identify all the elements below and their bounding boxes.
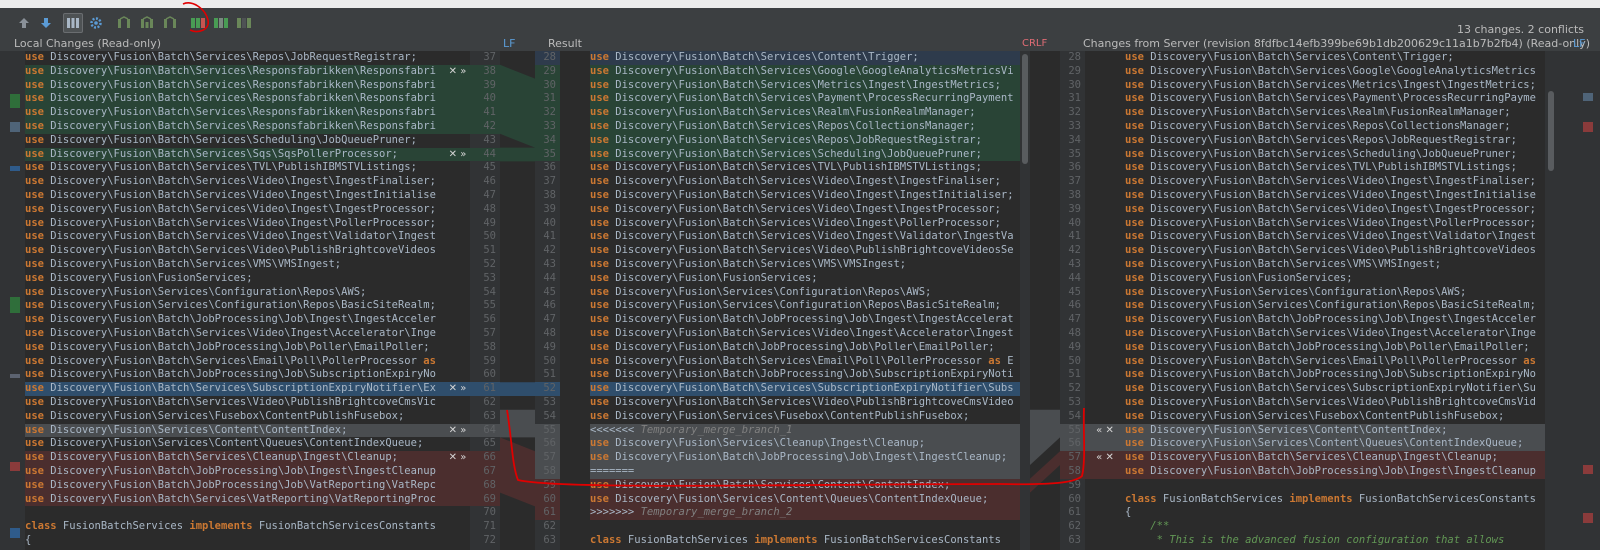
red-annotation (182, 2, 1086, 487)
